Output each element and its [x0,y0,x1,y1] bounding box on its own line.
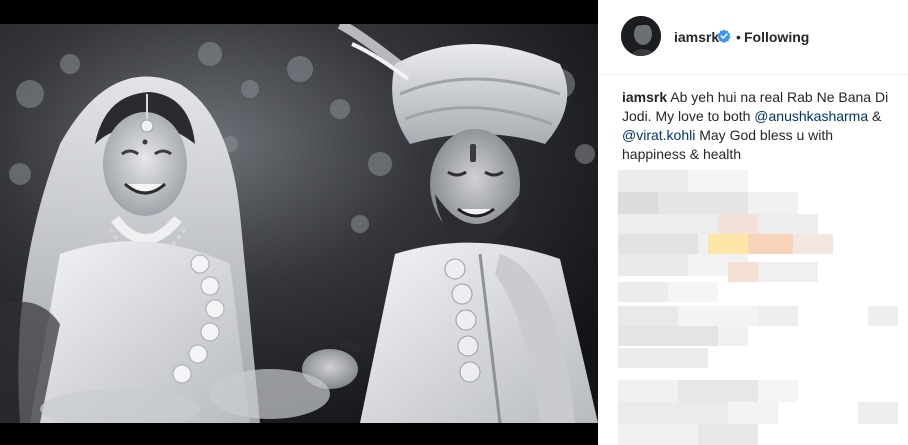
media-bottom-letterbox [0,423,598,445]
wedding-photo[interactable] [0,24,598,423]
caption-username[interactable]: iamsrk [622,89,667,105]
blur-tile [748,192,798,214]
blur-tile [728,402,778,424]
post-caption: iamsrk Ab yeh hui na real Rab Ne Bana Di… [622,88,890,164]
blur-tile [618,234,698,254]
blur-tile [618,170,688,192]
blur-tile [718,326,748,346]
post-media-pane [0,0,598,445]
blur-tile [658,192,748,214]
post-side-pane: iamsrk • Following iamsrk Ab yeh hui na … [598,0,908,445]
caption-text-part-2: & [868,108,882,124]
blur-tile [618,254,688,276]
blur-tile [618,380,678,402]
header-separator-dot: • [736,29,741,45]
blur-tile [678,306,758,326]
blur-tile [618,424,698,445]
blur-tile [668,282,718,302]
blur-tile [618,306,678,326]
post-author-username[interactable]: iamsrk [674,29,719,45]
blur-tile [793,234,833,254]
blur-tile [728,262,758,282]
blur-tile [618,214,718,234]
instagram-post-window: iamsrk • Following iamsrk Ab yeh hui na … [0,0,908,445]
mention-anushkasharma[interactable]: @anushkasharma [754,108,868,124]
blur-tile [858,402,898,424]
blur-tile [678,380,758,402]
following-button[interactable]: Following [744,29,809,45]
blur-tile [618,402,728,424]
blur-tile [618,192,658,214]
blur-tile [618,348,708,368]
blur-tile [618,282,668,302]
avatar-image [621,16,661,56]
blur-tile [748,234,793,254]
post-header: iamsrk • Following [598,0,908,75]
blur-tile [618,326,718,346]
blur-tile [688,170,748,192]
verified-badge-icon [717,29,731,43]
blur-tile [718,214,758,234]
blur-tile [698,424,758,445]
blur-tile [758,214,818,234]
media-top-letterbox [0,0,598,22]
profile-avatar[interactable] [621,16,661,56]
blur-tile [758,262,818,282]
blur-tile [708,234,748,254]
blur-tile [868,306,898,326]
blur-tile [758,306,798,326]
wedding-photo-illustration [0,24,598,423]
blur-tile [758,380,798,402]
mention-virat-kohli[interactable]: @virat.kohli [622,127,695,143]
